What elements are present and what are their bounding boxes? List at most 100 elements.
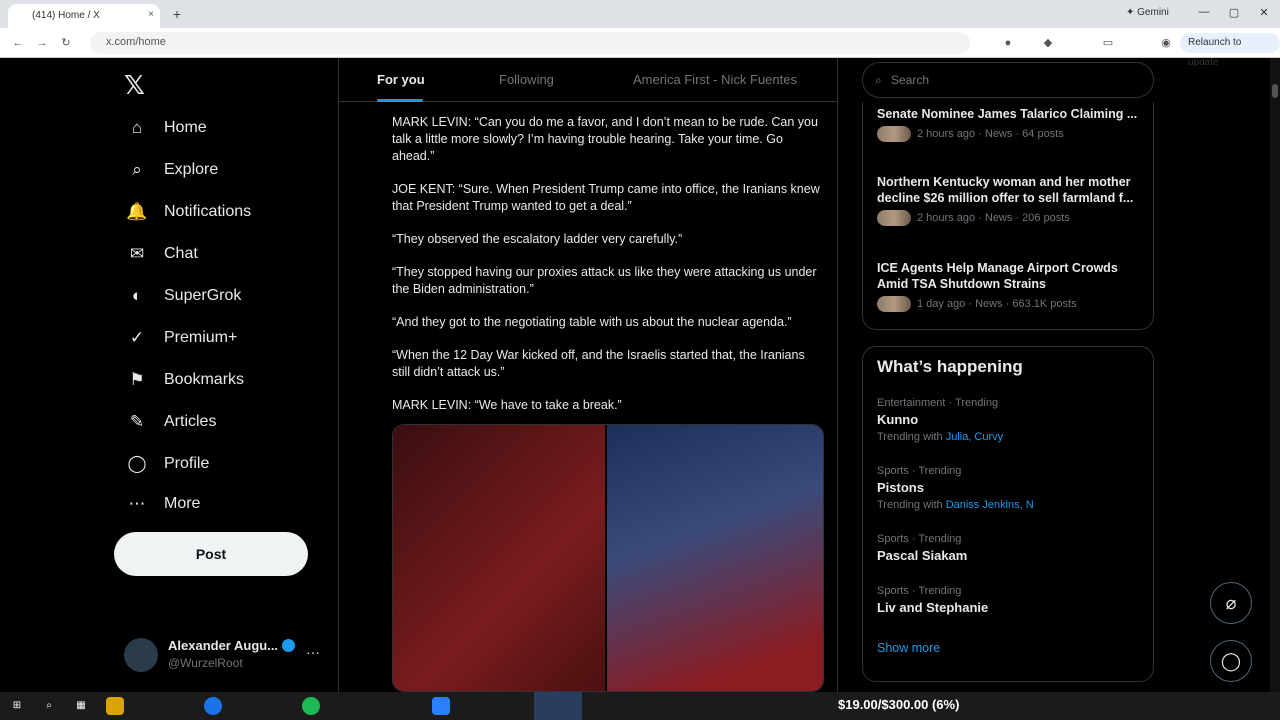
nav-label: Notifications bbox=[164, 203, 252, 220]
avatar-stack bbox=[877, 210, 911, 226]
nav-label: Articles bbox=[164, 413, 217, 430]
nav-articles[interactable]: ✎ Articles bbox=[124, 406, 217, 438]
nav-more[interactable]: ⋯ More bbox=[124, 488, 201, 520]
avatar-stack bbox=[877, 296, 911, 312]
gemini-button[interactable]: ✦ Gemini bbox=[1126, 7, 1169, 18]
bell-icon: 🔔 bbox=[126, 202, 148, 221]
nav-label: Explore bbox=[164, 161, 219, 178]
chrome-icon[interactable] bbox=[204, 697, 222, 715]
nav-notifications[interactable]: 🔔 Notifications bbox=[124, 196, 251, 228]
relaunch-button[interactable]: Relaunch to update bbox=[1180, 33, 1280, 68]
new-tab-button[interactable]: + bbox=[168, 5, 186, 23]
whats-happening-panel: What’s happening Entertainment · Trendin… bbox=[862, 346, 1154, 682]
scrollbar[interactable] bbox=[1270, 58, 1280, 692]
profile-icon[interactable]: ◉ bbox=[1158, 35, 1174, 51]
bookmark-icon: ⚑ bbox=[129, 370, 145, 389]
post-button[interactable]: Post bbox=[114, 532, 308, 576]
nav-label: More bbox=[164, 495, 201, 512]
x-logo-icon[interactable]: 𝕏 bbox=[124, 70, 145, 101]
trend-item[interactable]: Sports · Trending Pascal Siakam bbox=[877, 533, 1143, 563]
start-icon[interactable]: ⊞ bbox=[8, 697, 26, 715]
trend-with-links[interactable]: Julia, Curvy bbox=[946, 431, 1003, 443]
puzzle-icon[interactable]: ◆ bbox=[1040, 35, 1056, 51]
active-task[interactable] bbox=[534, 692, 582, 720]
grok-icon: ◐ bbox=[131, 286, 143, 305]
tweet-paragraph: JOE KENT: “Sure. When President Trump ca… bbox=[392, 182, 820, 213]
left-nav: 𝕏 ⌂ Home ⌕ Explore 🔔 Notifications ✉ Chat ◐ S… bbox=[0, 58, 338, 692]
back-icon[interactable]: ← bbox=[10, 35, 26, 51]
mail-icon: ✉ bbox=[129, 244, 145, 263]
app-icon[interactable] bbox=[432, 697, 450, 715]
minimize-icon[interactable]: — bbox=[1194, 6, 1214, 18]
nav-explore[interactable]: ⌕ Explore bbox=[124, 154, 218, 186]
tab-america-first[interactable]: America First - Nick Fuentes bbox=[633, 72, 797, 87]
trend-item[interactable]: Sports · Trending Liv and Stephanie bbox=[877, 585, 1143, 615]
messages-icon[interactable]: ◯ bbox=[1210, 640, 1252, 682]
nav-supergrok[interactable]: ◐ SuperGrok bbox=[124, 280, 242, 312]
tab-close-icon[interactable]: × bbox=[148, 9, 154, 20]
account-switcher[interactable]: Alexander Augu... @WurzelRoot ··· bbox=[124, 636, 324, 676]
show-more-link[interactable]: Show more bbox=[877, 641, 940, 655]
taskbar: ⊞ ⌕ ▦ $19.00/$300.00 (6%) bbox=[0, 692, 1280, 720]
tab-for-you[interactable]: For you bbox=[377, 72, 425, 87]
feed-tabs: For you Following America First - Nick F… bbox=[339, 58, 837, 102]
taskview-icon[interactable]: ▦ bbox=[72, 697, 90, 715]
news-item[interactable]: Senate Nominee James Talarico Claiming .… bbox=[877, 106, 1143, 142]
news-item[interactable]: Northern Kentucky woman and her mother d… bbox=[877, 174, 1143, 226]
profile-icon: ◯ bbox=[127, 454, 147, 473]
home-icon: ⌂ bbox=[131, 118, 143, 137]
trend-name: Pistons bbox=[877, 480, 924, 495]
nav-home[interactable]: ⌂ Home bbox=[124, 112, 207, 144]
trend-with-label: Trending with bbox=[877, 431, 943, 443]
scrollbar-thumb[interactable] bbox=[1272, 84, 1278, 98]
account-handle: @WurzelRoot bbox=[168, 656, 243, 670]
nav-label: Bookmarks bbox=[164, 371, 245, 388]
news-title: Senate Nominee James Talarico Claiming .… bbox=[877, 107, 1138, 121]
premium-icon: ✓ bbox=[129, 328, 145, 347]
extension-icon[interactable]: ● bbox=[1000, 35, 1016, 51]
nav-label: Home bbox=[164, 119, 207, 136]
browser-tabstrip: (414) Home / X × + ✦ Gemini — ▢ ✕ bbox=[0, 0, 1280, 28]
section-title: What’s happening bbox=[877, 357, 1023, 376]
nav-premium[interactable]: ✓ Premium+ bbox=[124, 322, 237, 354]
avatar-stack bbox=[877, 126, 911, 142]
search-icon[interactable]: ⌕ bbox=[40, 697, 58, 715]
trend-category: Sports · Trending bbox=[877, 585, 962, 597]
trend-item[interactable]: Entertainment · Trending Kunno Trending … bbox=[877, 397, 1143, 443]
address-bar[interactable]: x.com/home bbox=[90, 32, 970, 54]
trend-name: Pascal Siakam bbox=[877, 548, 968, 563]
news-item[interactable]: ICE Agents Help Manage Airport Crowds Am… bbox=[877, 260, 1143, 312]
maximize-icon[interactable]: ▢ bbox=[1224, 6, 1244, 19]
reload-icon[interactable]: ↻ bbox=[58, 35, 74, 51]
forward-icon[interactable]: → bbox=[34, 35, 50, 51]
right-sidebar: ⌕ Search Senate Nominee James Talarico C… bbox=[862, 58, 1162, 692]
sidepanel-icon[interactable]: ▭ bbox=[1100, 35, 1116, 51]
tweet-paragraph: “They stopped having our proxies attack … bbox=[392, 265, 817, 296]
spotify-icon[interactable] bbox=[302, 697, 320, 715]
tweet-media[interactable] bbox=[392, 424, 824, 692]
trend-with-label: Trending with bbox=[877, 499, 943, 511]
trend-category: Sports · Trending bbox=[877, 533, 962, 545]
account-name-text: Alexander Augu... bbox=[168, 638, 279, 653]
folder-icon[interactable] bbox=[106, 697, 124, 715]
search-input[interactable]: ⌕ Search bbox=[862, 62, 1154, 98]
grok-icon[interactable]: ⌀ bbox=[1210, 582, 1252, 624]
browser-tab[interactable]: (414) Home / X × bbox=[8, 4, 160, 28]
verified-icon bbox=[282, 639, 296, 652]
news-title: Northern Kentucky woman and her mother d… bbox=[877, 175, 1134, 205]
nav-label: Profile bbox=[164, 455, 210, 472]
nav-bookmarks[interactable]: ⚑ Bookmarks bbox=[124, 364, 244, 396]
nav-profile[interactable]: ◯ Profile bbox=[124, 448, 209, 480]
nav-chat[interactable]: ✉ Chat bbox=[124, 238, 198, 270]
more-icon: ⋯ bbox=[128, 494, 146, 513]
tweet-paragraph: “And they got to the negotiating table w… bbox=[392, 315, 792, 329]
tweet-paragraph: MARK LEVIN: “We have to take a break.” bbox=[392, 398, 622, 412]
account-more-icon[interactable]: ··· bbox=[306, 644, 320, 660]
tab-following[interactable]: Following bbox=[499, 72, 554, 87]
close-window-icon[interactable]: ✕ bbox=[1254, 6, 1274, 19]
trend-item[interactable]: Sports · Trending Pistons Trending with … bbox=[877, 465, 1143, 511]
browser-toolbar: ← → ↻ x.com/home ● ◆ ▭ ◉ Relaunch to upd… bbox=[0, 28, 1280, 68]
trend-with-links[interactable]: Daniss Jenkins, N bbox=[946, 499, 1034, 511]
avatar bbox=[124, 638, 158, 672]
search-placeholder: Search bbox=[891, 73, 930, 87]
